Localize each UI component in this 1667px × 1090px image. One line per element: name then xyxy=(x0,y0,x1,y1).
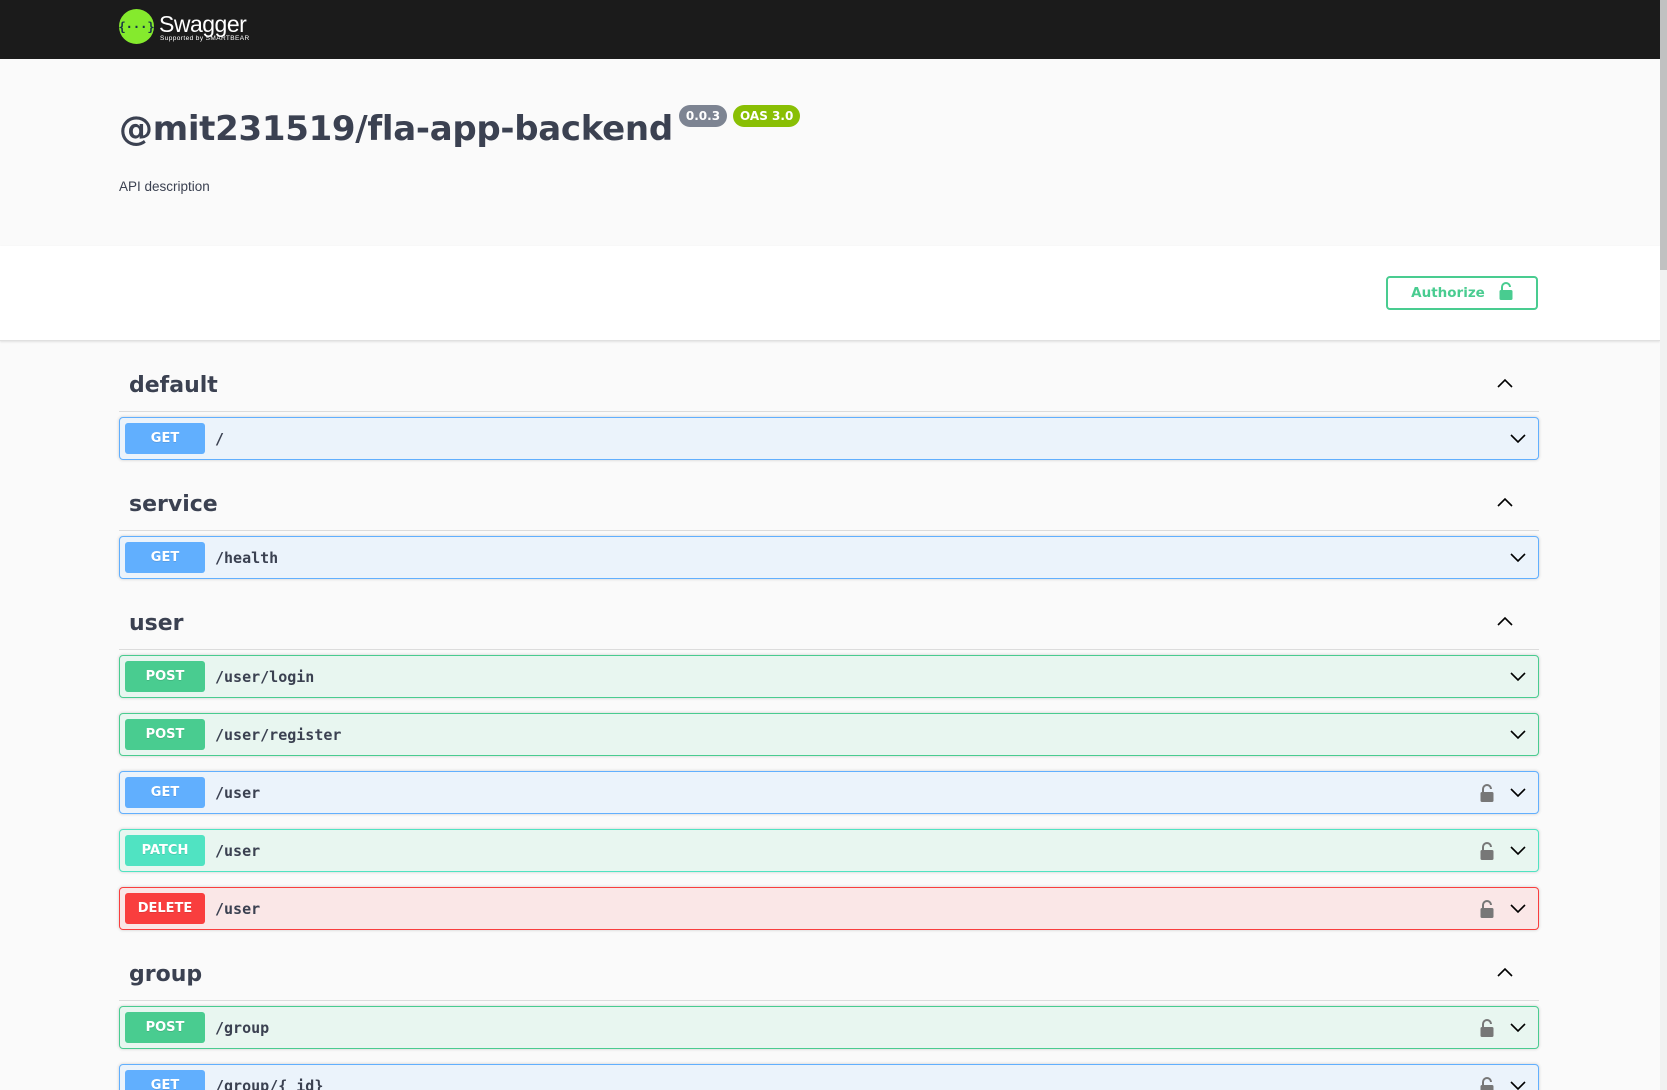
operation-path: /group/{_id} xyxy=(215,1076,324,1090)
tag-header-group[interactable]: group xyxy=(119,948,1539,1001)
version-badge: 0.0.3 xyxy=(678,105,728,127)
operation-path: /group xyxy=(215,1018,270,1037)
chevron-down-icon[interactable] xyxy=(1503,1018,1533,1038)
method-badge: GET xyxy=(125,777,205,808)
operation-path: /user/register xyxy=(215,725,342,744)
tag-name: default xyxy=(129,372,218,398)
unlock-icon xyxy=(1499,282,1513,304)
operation-get[interactable]: GET/health xyxy=(119,536,1539,579)
operation-post[interactable]: POST/user/register xyxy=(119,713,1539,756)
tag-header-default[interactable]: default xyxy=(119,359,1539,412)
method-badge: DELETE xyxy=(125,893,205,924)
method-badge: GET xyxy=(125,542,205,573)
api-description: API description xyxy=(119,179,210,194)
operation-patch[interactable]: PATCH/user xyxy=(119,829,1539,872)
operation-post[interactable]: POST/user/login xyxy=(119,655,1539,698)
logo-text: Swagger Supported by SMARTBEAR xyxy=(159,12,250,42)
tag-header-service[interactable]: service xyxy=(119,478,1539,531)
chevron-up-icon[interactable] xyxy=(1495,492,1515,517)
chevron-down-icon[interactable] xyxy=(1503,429,1533,449)
chevron-down-icon[interactable] xyxy=(1503,783,1533,803)
chevron-down-icon[interactable] xyxy=(1503,1076,1533,1090)
lock-icon[interactable] xyxy=(1477,1076,1497,1090)
operations-wrapper: default GET / service GET/health user POST/use… xyxy=(119,359,1539,1090)
chevron-down-icon[interactable] xyxy=(1503,667,1533,687)
operation-path: /user/login xyxy=(215,667,315,686)
swagger-logo[interactable]: {···} Swagger Supported by SMARTBEAR xyxy=(118,9,250,44)
tag-section-service: service GET/health xyxy=(119,478,1539,579)
operation-delete[interactable]: DELETE/user xyxy=(119,887,1539,930)
logo-sub: Supported by SMARTBEAR xyxy=(160,34,250,42)
api-info: @mit231519/fla-app-backend 0.0.3 OAS 3.0… xyxy=(0,59,1660,246)
tag-name: user xyxy=(129,610,184,636)
chevron-down-icon[interactable] xyxy=(1503,841,1533,861)
operation-path: /user xyxy=(215,841,261,860)
operation-path: / xyxy=(215,429,225,448)
operation-post[interactable]: POST/group xyxy=(119,1006,1539,1049)
method-badge: POST xyxy=(125,661,205,692)
chevron-up-icon[interactable] xyxy=(1495,962,1515,987)
chevron-down-icon[interactable] xyxy=(1503,548,1533,568)
chevron-down-icon[interactable] xyxy=(1503,899,1533,919)
operation-get[interactable]: GET/user xyxy=(119,771,1539,814)
lock-icon[interactable] xyxy=(1477,899,1497,918)
swagger-logo-icon: {···} xyxy=(118,9,155,44)
topbar: {···} Swagger Supported by SMARTBEAR xyxy=(0,0,1667,59)
tag-section-group: group POST/group GET/group/{_id} xyxy=(119,948,1539,1090)
tag-name: service xyxy=(129,491,218,517)
operation-path: /user xyxy=(215,899,261,918)
page-title: @mit231519/fla-app-backend xyxy=(119,109,673,149)
chevron-up-icon[interactable] xyxy=(1495,611,1515,636)
tag-name: group xyxy=(129,961,203,987)
authorize-button[interactable]: Authorize xyxy=(1386,276,1538,310)
method-badge: GET xyxy=(125,1070,205,1090)
oas-badge: OAS 3.0 xyxy=(733,105,801,127)
chevron-up-icon[interactable] xyxy=(1495,373,1515,398)
chevron-down-icon[interactable] xyxy=(1503,725,1533,745)
operation-path: /user xyxy=(215,783,261,802)
operation-path: /health xyxy=(215,548,279,567)
operation-get[interactable]: GET / xyxy=(119,417,1539,460)
method-badge: POST xyxy=(125,719,205,750)
lock-icon[interactable] xyxy=(1477,841,1497,860)
method-badge: GET xyxy=(125,423,205,454)
method-badge: PATCH xyxy=(125,835,205,866)
method-badge: POST xyxy=(125,1012,205,1043)
tag-header-user[interactable]: user xyxy=(119,597,1539,650)
logo-name: Swagger xyxy=(159,10,247,37)
authorize-label: Authorize xyxy=(1411,285,1485,301)
scheme-container: Authorize xyxy=(0,246,1660,341)
operation-get[interactable]: GET/group/{_id} xyxy=(119,1064,1539,1090)
tag-section-user: user POST/user/login POST/user/register GET… xyxy=(119,597,1539,930)
lock-icon[interactable] xyxy=(1477,783,1497,802)
lock-icon[interactable] xyxy=(1477,1018,1497,1037)
title-row: @mit231519/fla-app-backend 0.0.3 OAS 3.0 xyxy=(119,105,801,149)
scrollbar-thumb[interactable] xyxy=(1660,0,1667,270)
tag-section-default: default GET / xyxy=(119,359,1539,460)
page-scrollbar[interactable] xyxy=(1660,0,1667,1090)
